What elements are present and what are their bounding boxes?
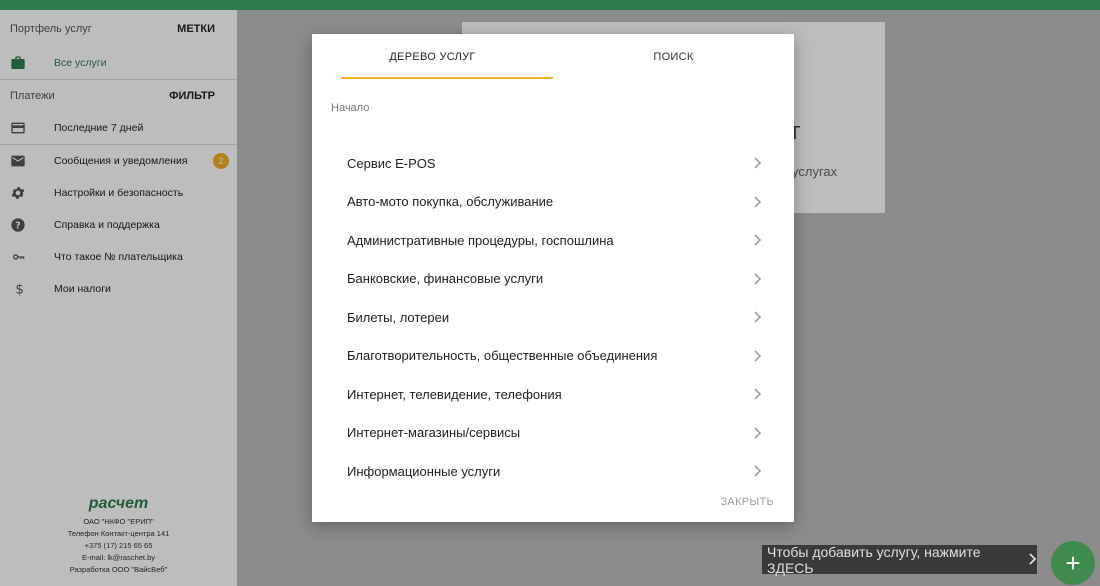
- category-list: Сервис E-POS Авто-мото покупка, обслужив…: [312, 144, 794, 491]
- breadcrumb[interactable]: Начало: [331, 102, 369, 114]
- chevron-right-icon: [753, 196, 761, 208]
- top-bar: [0, 0, 1100, 10]
- list-item[interactable]: Авто-мото покупка, обслуживание: [312, 183, 794, 222]
- chevron-right-icon: [753, 465, 761, 477]
- list-item-label: Интернет-магазины/сервисы: [347, 425, 521, 441]
- service-tree-dialog: ДЕРЕВО УСЛУГ ПОИСК Начало Сервис E-POS А…: [312, 34, 794, 522]
- list-item[interactable]: Билеты, лотереи: [312, 298, 794, 337]
- dialog-tabs: ДЕРЕВО УСЛУГ ПОИСК: [312, 34, 794, 80]
- list-item[interactable]: Банковские, финансовые услуги: [312, 260, 794, 299]
- active-tab-indicator: [341, 77, 553, 79]
- list-item[interactable]: Интернет-магазины/сервисы: [312, 414, 794, 453]
- list-item-label: Билеты, лотереи: [347, 309, 450, 325]
- list-item[interactable]: Благотворительность, общественные объеди…: [312, 337, 794, 376]
- list-item-label: Административные процедуры, госпошлина: [347, 232, 614, 248]
- chevron-right-icon: [753, 350, 761, 362]
- tab-service-tree[interactable]: ДЕРЕВО УСЛУГ: [312, 34, 553, 80]
- list-item-label: Банковские, финансовые услуги: [347, 271, 544, 287]
- chevron-right-icon: [753, 234, 761, 246]
- list-item[interactable]: Информационные услуги: [312, 452, 794, 491]
- chevron-right-icon: [753, 273, 761, 285]
- chevron-right-icon: [1027, 552, 1037, 568]
- list-item-label: Интернет, телевидение, телефония: [347, 386, 562, 402]
- list-item-label: Благотворительность, общественные объеди…: [347, 348, 658, 364]
- list-item-label: Информационные услуги: [347, 463, 501, 479]
- list-item[interactable]: Интернет, телевидение, телефония: [312, 375, 794, 414]
- add-service-button[interactable]: +: [1051, 541, 1095, 585]
- chevron-right-icon: [753, 311, 761, 323]
- chevron-right-icon: [753, 388, 761, 400]
- tab-search[interactable]: ПОИСК: [553, 34, 794, 80]
- close-button[interactable]: ЗАКРЫТЬ: [720, 496, 774, 508]
- hint-text: Чтобы добавить услугу, нажмите ЗДЕСЬ: [767, 543, 981, 576]
- list-item[interactable]: Административные процедуры, госпошлина: [312, 221, 794, 260]
- list-item[interactable]: Сервис E-POS: [312, 144, 794, 183]
- list-item-label: Сервис E-POS: [347, 155, 436, 171]
- list-item-label: Авто-мото покупка, обслуживание: [347, 194, 554, 210]
- add-service-hint[interactable]: Чтобы добавить услугу, нажмите ЗДЕСЬ: [762, 543, 1037, 576]
- chevron-right-icon: [753, 427, 761, 439]
- chevron-right-icon: [753, 157, 761, 169]
